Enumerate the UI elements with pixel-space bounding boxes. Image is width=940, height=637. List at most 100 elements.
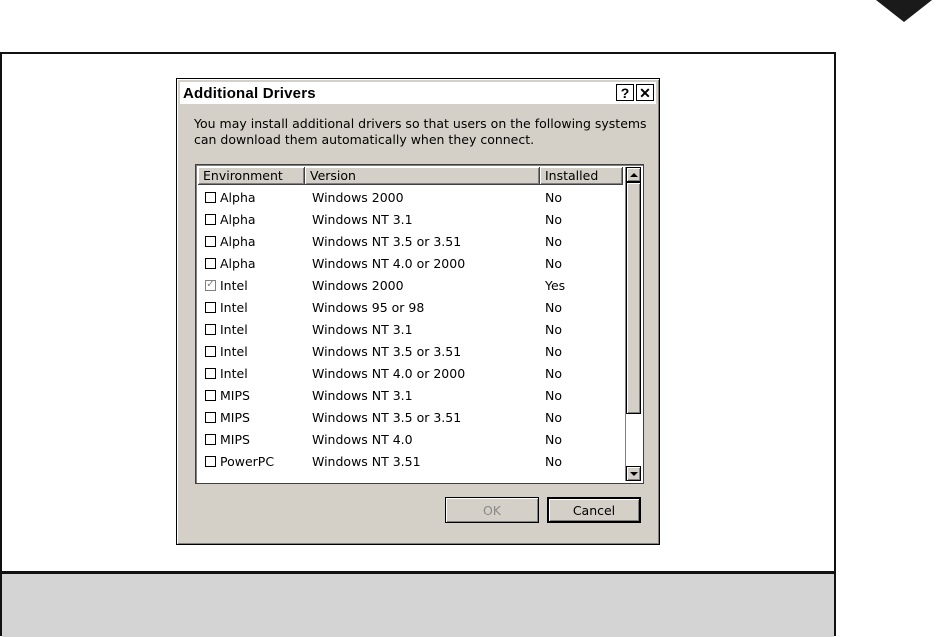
column-header-version[interactable]: Version (305, 167, 540, 185)
column-header-installed[interactable]: Installed (540, 167, 623, 185)
environment-label: Alpha (220, 255, 256, 271)
vertical-scrollbar[interactable] (625, 167, 641, 481)
environment-label: MIPS (220, 409, 250, 425)
environment-cell: ✓ Intel (198, 278, 305, 293)
table-row[interactable]: Intel Windows NT 3.1 No (198, 318, 626, 340)
version-cell: Windows NT 4.0 (312, 431, 413, 447)
installed-cell: No (545, 409, 562, 425)
driver-checkbox[interactable] (205, 323, 216, 335)
environment-label: Intel (220, 321, 248, 337)
driver-checkbox[interactable] (205, 257, 216, 269)
version-cell: Windows 2000 (312, 189, 404, 205)
installed-cell: Yes (545, 277, 566, 293)
environment-cell: Alpha (198, 212, 305, 227)
intro-text: You may install additional drivers so th… (194, 116, 647, 147)
installed-cell: No (545, 189, 562, 205)
installed-cell: No (545, 343, 562, 359)
installed-cell: No (545, 233, 562, 249)
environment-label: MIPS (220, 431, 250, 447)
environment-cell: MIPS (198, 388, 305, 403)
down-arrow-icon (876, 0, 932, 22)
installed-cell: No (545, 299, 562, 315)
environment-cell: Intel (198, 366, 305, 381)
environment-label: Intel (220, 299, 248, 315)
cancel-button[interactable]: Cancel (547, 497, 641, 523)
table-row[interactable]: MIPS Windows NT 4.0 No (198, 428, 626, 450)
arrow-down-icon (629, 471, 638, 476)
environment-cell: Intel (198, 300, 305, 315)
list-header: Environment Version Installed (198, 167, 626, 185)
table-row[interactable]: PowerPC Windows NT 3.51 No (198, 450, 626, 472)
table-row[interactable]: Alpha Windows 2000 No (198, 186, 626, 208)
figure-frame: Additional Drivers ? ✕ You may install a… (0, 52, 836, 637)
installed-cell: No (545, 365, 562, 381)
title-bar: Additional Drivers ? ✕ (180, 82, 656, 104)
close-button[interactable]: ✕ (636, 84, 654, 101)
version-cell: Windows 95 or 98 (312, 299, 425, 315)
driver-checkbox[interactable] (205, 455, 216, 467)
caption-band (2, 571, 834, 637)
driver-checkbox[interactable] (205, 301, 216, 313)
driver-checkbox[interactable] (205, 235, 216, 247)
version-cell: Windows NT 4.0 or 2000 (312, 255, 466, 271)
table-row[interactable]: Intel Windows NT 3.5 or 3.51 No (198, 340, 626, 362)
version-cell: Windows NT 3.1 (312, 321, 413, 337)
version-cell: Windows NT 3.5 or 3.51 (312, 343, 462, 359)
environment-label: Alpha (220, 211, 256, 227)
table-row[interactable]: Alpha Windows NT 4.0 or 2000 No (198, 252, 626, 274)
ok-button[interactable]: OK (445, 497, 539, 523)
environment-cell: Alpha (198, 234, 305, 249)
version-cell: Windows NT 3.1 (312, 211, 413, 227)
version-cell: Windows NT 3.5 or 3.51 (312, 233, 462, 249)
environment-cell: Alpha (198, 256, 305, 271)
version-cell: Windows NT 3.1 (312, 387, 413, 403)
table-row[interactable]: Alpha Windows NT 3.1 No (198, 208, 626, 230)
help-button[interactable]: ? (616, 84, 634, 101)
arrow-up-icon (629, 172, 638, 177)
table-row[interactable]: Alpha Windows NT 3.5 or 3.51 No (198, 230, 626, 252)
environment-cell: Alpha (198, 190, 305, 205)
environment-cell: MIPS (198, 432, 305, 447)
installed-cell: No (545, 211, 562, 227)
installed-cell: No (545, 387, 562, 403)
environment-cell: Intel (198, 322, 305, 337)
driver-checkbox[interactable] (205, 411, 216, 423)
driver-checkbox[interactable]: ✓ (205, 279, 216, 291)
installed-cell: No (545, 255, 562, 271)
table-row[interactable]: Intel Windows 95 or 98 No (198, 296, 626, 318)
installed-cell: No (545, 431, 562, 447)
driver-checkbox[interactable] (205, 191, 216, 203)
scroll-up-button[interactable] (626, 167, 641, 182)
table-row[interactable]: ✓ Intel Windows 2000 Yes (198, 274, 626, 296)
dialog-title: Additional Drivers (183, 84, 316, 102)
environment-label: Alpha (220, 233, 256, 249)
environment-label: MIPS (220, 387, 250, 403)
column-header-environment[interactable]: Environment (198, 167, 305, 185)
driver-checkbox[interactable] (205, 389, 216, 401)
scroll-down-button[interactable] (626, 466, 641, 481)
driver-checkbox[interactable] (205, 213, 216, 225)
version-cell: Windows NT 3.5 or 3.51 (312, 409, 462, 425)
installed-cell: No (545, 453, 562, 469)
driver-checkbox[interactable] (205, 367, 216, 379)
version-cell: Windows NT 3.51 (312, 453, 421, 469)
table-row[interactable]: MIPS Windows NT 3.5 or 3.51 No (198, 406, 626, 428)
environment-cell: MIPS (198, 410, 305, 425)
environment-label: Intel (220, 277, 248, 293)
environment-cell: PowerPC (198, 454, 305, 469)
help-icon: ? (620, 84, 630, 101)
list-rows: Alpha Windows 2000 No Alpha Windows NT 3.1 No… (198, 186, 626, 472)
version-cell: Windows 2000 (312, 277, 404, 293)
scroll-thumb[interactable] (626, 182, 641, 414)
installed-cell: No (545, 321, 562, 337)
environment-label: PowerPC (220, 453, 275, 469)
version-cell: Windows NT 4.0 or 2000 (312, 365, 466, 381)
driver-checkbox[interactable] (205, 345, 216, 357)
table-row[interactable]: Intel Windows NT 4.0 or 2000 No (198, 362, 626, 384)
additional-drivers-dialog: Additional Drivers ? ✕ You may install a… (176, 78, 660, 545)
environment-label: Intel (220, 343, 248, 359)
drivers-list[interactable]: Environment Version Installed Alpha Windo… (195, 164, 644, 484)
table-row[interactable]: MIPS Windows NT 3.1 No (198, 384, 626, 406)
driver-checkbox[interactable] (205, 433, 216, 445)
environment-label: Alpha (220, 189, 256, 205)
